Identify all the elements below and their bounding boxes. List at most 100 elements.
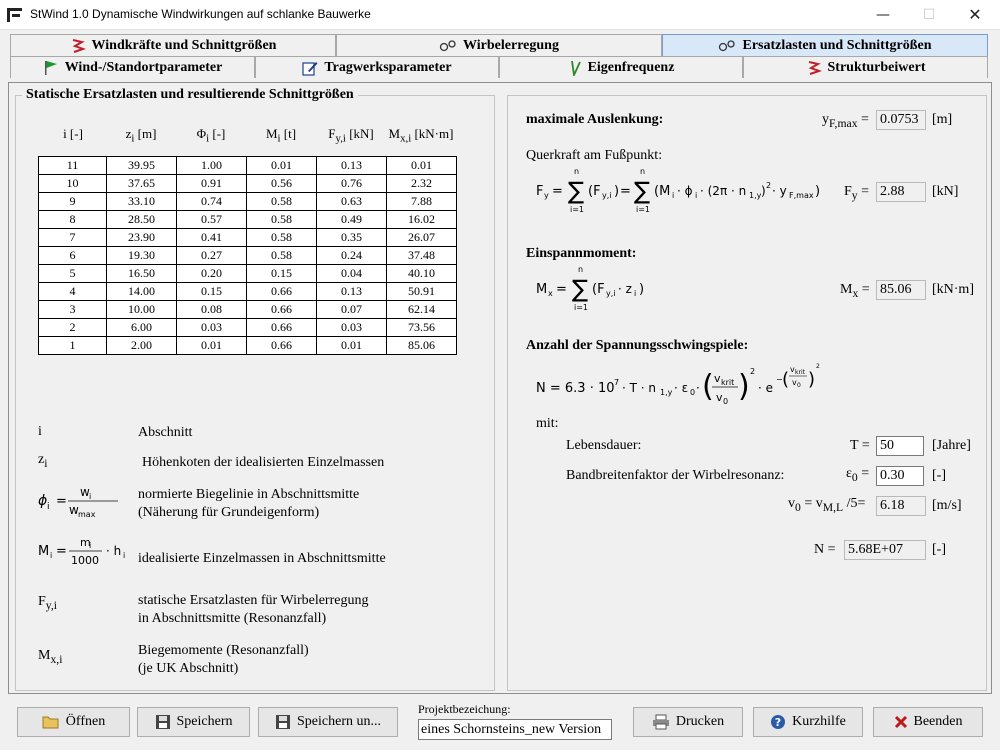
col-header-m: Mi [t] [265,126,297,145]
table-cell: 0.01 [386,156,457,175]
table-cell: 0.01 [176,336,247,355]
tab-tragwerk[interactable]: Tragwerksparameter [255,56,499,78]
svg-text:): ) [738,369,750,404]
tab-wirbelerregung[interactable]: Wirbelerregung [336,34,662,56]
frequency-icon [570,60,581,76]
floppy-icon [155,715,170,729]
window-title: StWind 1.0 Dynamische Windwirkungen auf … [30,7,371,21]
table-cell: 0.27 [176,246,247,265]
tab-eigenfrequenz[interactable]: Eigenfrequenz [499,56,743,78]
fy-symbol: Fy = [844,184,870,202]
svg-text:n: n [640,167,645,176]
legend-mx-symbol: Mx,i [38,648,63,666]
maximize-button[interactable]: ☐ [906,0,952,30]
yf-symbol: yF,max = [822,112,869,130]
svg-text:?: ? [775,716,781,729]
table-cell: 3 [38,300,107,319]
legend-phi-text2: (Näherung für Grundeigenform) [138,505,320,520]
edit-icon [302,61,318,76]
project-input[interactable]: eines Schornsteins_new Version [418,719,612,740]
table-row: 9 33.10 0.74 0.58 0.63 7.88 [38,192,457,211]
tab-ersatzlasten[interactable]: Ersatzlasten und Schnittgrößen [662,34,988,56]
table-cell: 0.58 [246,246,317,265]
t-symbol: T = [850,438,870,453]
table-cell: 0.57 [176,210,247,229]
table-row: 3 10.00 0.08 0.66 0.07 62.14 [38,300,457,319]
table-cell: 1.00 [176,156,247,175]
svg-text:): ) [614,184,619,199]
svg-text:0: 0 [723,397,728,406]
svg-text:y,i: y,i [602,191,612,200]
open-button[interactable]: Öffnen [17,707,130,737]
n-value: 5.68E+07 [844,540,926,560]
print-button[interactable]: Drucken [633,707,743,737]
svg-text:i=1: i=1 [636,205,650,214]
col-header-i: i [-] [63,126,83,141]
mx-unit: [kN·m] [932,282,974,297]
svg-text:n: n [578,265,583,274]
ersatzlasten-group: Statische Ersatzlasten und resultierende… [15,87,495,691]
svg-text:0: 0 [690,388,695,397]
table-cell: 9 [38,192,107,211]
table-cell: 14.00 [106,282,177,301]
legend-m-text: idealisierte Einzelmassen in Abschnittsm… [138,551,386,566]
svg-text:(M: (M [654,184,670,199]
tab-strukturbeiwert[interactable]: Strukturbeiwert [743,56,988,78]
bandbreitenfaktor-unit: [-] [932,468,946,483]
flag-icon [44,60,57,75]
v0-symbol: v0 = vM,L /5= [788,496,866,514]
n-unit: [-] [932,542,946,557]
legend-phi-text1: normierte Biegelinie in Abschnittsmitte [138,487,360,502]
mx-symbol: Mx = [840,282,870,300]
save-as-button[interactable]: Speichern un... [258,707,398,737]
bandbreitenfaktor-label: Bandbreitenfaktor der Wirbelresonanz: [566,468,785,483]
svg-text:i: i [47,502,50,512]
mass-formula: Mi = mi 1000 · hi [38,536,125,567]
bandbreitenfaktor-input[interactable]: 0.30 [876,466,924,486]
table-cell: 0.58 [246,228,317,247]
folder-icon [42,716,59,729]
yf-value: 0.0753 [876,110,926,130]
zigzag-icon [72,38,86,53]
legend-mx-text2: (je UK Abschnitt) [138,661,239,676]
svg-text:): ) [639,282,644,297]
exit-button[interactable]: Beenden [873,707,983,737]
save-button[interactable]: Speichern [137,707,250,737]
minimize-button[interactable]: — [860,0,906,30]
tab-content-panel: Statische Ersatzlasten und resultierende… [8,82,992,694]
table-cell: 16.50 [106,264,177,283]
svg-text:v: v [716,391,723,404]
tab-label: Tragwerksparameter [324,59,452,75]
svg-text:· ϕ: · ϕ [677,184,693,198]
help-button[interactable]: ? Kurzhilfe [753,707,863,737]
table-cell: 33.10 [106,192,177,211]
table-cell: 0.01 [246,156,317,175]
table-cell: 6.00 [106,318,177,337]
table-cell: 0.41 [176,228,247,247]
spannungsschwingspiele-label: Anzahl der Spannungsschwingspiele: [526,338,749,353]
svg-text:i: i [695,191,697,200]
svg-text:i=1: i=1 [570,205,584,214]
table-cell: 0.07 [316,300,387,319]
legend-mx-text1: Biegemomente (Resonanzfall) [138,643,309,658]
svg-text:· h: · h [106,544,121,558]
results-panel: maximale Auslenkung: yF,max = 0.0753 [m]… [507,95,987,691]
table-cell: 2.00 [106,336,177,355]
mx-value: 85.06 [876,280,926,300]
tab-windkraefte[interactable]: Windkräfte und Schnittgrößen [10,34,336,56]
svg-text:(F: (F [592,282,605,297]
floppy-icon [276,715,290,729]
table-cell: 0.66 [246,282,317,301]
lebensdauer-input[interactable]: 50 [876,436,924,456]
table-cell: 40.10 [386,264,457,283]
svg-text:i: i [89,541,91,550]
svg-text:7: 7 [614,378,619,387]
tab-wind-standort[interactable]: Wind-/Standortparameter [10,56,255,78]
svg-text:): ) [761,184,766,198]
close-button[interactable]: ✕ [952,0,998,30]
fy-value: 2.88 [876,182,926,202]
tab-label: Windkräfte und Schnittgrößen [91,37,277,53]
v0-unit: [m/s] [932,498,962,513]
svg-text:· (2π · n: · (2π · n [700,184,746,198]
svg-text:krit: krit [795,369,806,376]
